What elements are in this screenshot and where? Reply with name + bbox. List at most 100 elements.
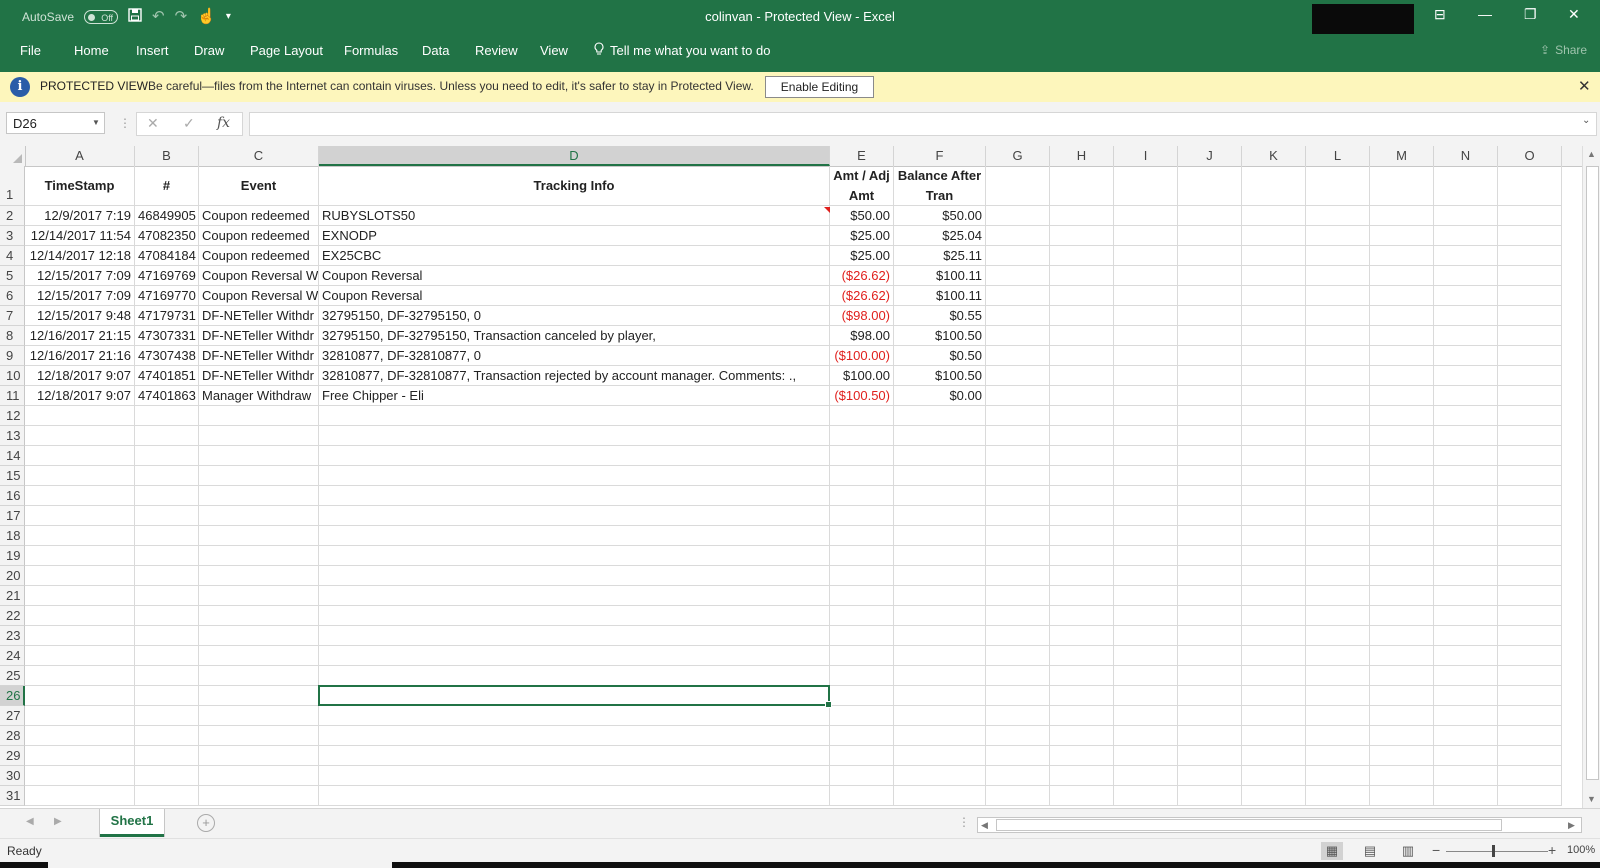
empty-cell[interactable] [199, 706, 319, 726]
maximize-button[interactable]: ❐ [1524, 6, 1537, 23]
empty-cell[interactable] [1434, 586, 1498, 606]
empty-cell[interactable] [894, 726, 986, 746]
cell-number[interactable]: 46849905 [135, 206, 199, 226]
empty-cell[interactable] [1306, 246, 1370, 266]
empty-cell[interactable] [1178, 566, 1242, 586]
empty-cell[interactable] [1434, 706, 1498, 726]
column-header[interactable]: G [986, 146, 1050, 166]
cell-timestamp[interactable]: 12/15/2017 9:48 [25, 306, 135, 326]
cell-timestamp[interactable]: 12/9/2017 7:19 [25, 206, 135, 226]
empty-cell[interactable] [894, 746, 986, 766]
cell-balance[interactable]: $100.50 [894, 326, 986, 346]
cell-balance[interactable]: $0.55 [894, 306, 986, 326]
empty-cell[interactable] [1242, 206, 1306, 226]
empty-cell[interactable] [1306, 206, 1370, 226]
empty-cell[interactable] [1178, 366, 1242, 386]
row-header[interactable]: 16 [0, 486, 25, 506]
empty-cell[interactable] [1306, 466, 1370, 486]
empty-cell[interactable] [986, 666, 1050, 686]
empty-cell[interactable] [1498, 226, 1562, 246]
empty-cell[interactable] [1050, 446, 1114, 466]
empty-cell[interactable] [199, 486, 319, 506]
cell-number[interactable]: 47169769 [135, 266, 199, 286]
cell-event[interactable]: Coupon redeemed [199, 226, 319, 246]
empty-cell[interactable] [1498, 466, 1562, 486]
empty-cell[interactable] [1242, 506, 1306, 526]
empty-cell[interactable] [1050, 566, 1114, 586]
scroll-down-icon[interactable]: ▼ [1587, 794, 1596, 804]
empty-cell[interactable] [1370, 706, 1434, 726]
column-header[interactable]: B [135, 146, 199, 166]
comment-indicator-icon[interactable] [824, 207, 830, 213]
empty-cell[interactable] [830, 526, 894, 546]
empty-cell[interactable] [1178, 746, 1242, 766]
cell-timestamp[interactable]: 12/16/2017 21:16 [25, 346, 135, 366]
empty-cell[interactable] [986, 386, 1050, 406]
empty-cell[interactable] [1498, 386, 1562, 406]
empty-cell[interactable] [1306, 506, 1370, 526]
empty-cell[interactable] [1178, 686, 1242, 706]
cell-amount[interactable]: ($100.50) [830, 386, 894, 406]
column-header[interactable]: I [1114, 146, 1178, 166]
empty-cell[interactable] [1114, 206, 1178, 226]
empty-cell[interactable] [894, 466, 986, 486]
empty-cell[interactable] [135, 546, 199, 566]
empty-cell[interactable] [1242, 466, 1306, 486]
empty-cell[interactable] [986, 486, 1050, 506]
empty-cell[interactable] [1306, 266, 1370, 286]
empty-cell[interactable] [199, 526, 319, 546]
empty-cell[interactable] [1306, 726, 1370, 746]
row-header[interactable]: 31 [0, 786, 25, 806]
empty-cell[interactable] [1434, 646, 1498, 666]
empty-cell[interactable] [986, 646, 1050, 666]
empty-cell[interactable] [1178, 726, 1242, 746]
header-cell-tracking[interactable]: Tracking Info [319, 166, 830, 206]
empty-cell[interactable] [1370, 626, 1434, 646]
empty-cell[interactable] [1114, 466, 1178, 486]
row-header[interactable]: 24 [0, 646, 25, 666]
close-message-bar-icon[interactable]: ✕ [1578, 77, 1591, 95]
empty-cell[interactable] [1370, 286, 1434, 306]
empty-cell[interactable] [1434, 286, 1498, 306]
empty-cell[interactable] [1434, 486, 1498, 506]
empty-cell[interactable] [1178, 306, 1242, 326]
empty-cell[interactable] [25, 786, 135, 806]
empty-cell[interactable] [25, 566, 135, 586]
empty-cell[interactable] [25, 706, 135, 726]
cell-event[interactable]: Manager Withdraw [199, 386, 319, 406]
empty-cell[interactable] [135, 426, 199, 446]
empty-cell[interactable] [1242, 406, 1306, 426]
empty-cell[interactable] [25, 646, 135, 666]
cell-tracking[interactable]: 32810877, DF-32810877, 0 [319, 346, 830, 366]
empty-cell[interactable] [830, 746, 894, 766]
cell-balance[interactable]: $25.04 [894, 226, 986, 246]
empty-cell[interactable] [1242, 726, 1306, 746]
empty-cell[interactable] [25, 546, 135, 566]
empty-cell[interactable] [1050, 626, 1114, 646]
empty-cell[interactable] [1050, 166, 1114, 206]
empty-cell[interactable] [1370, 226, 1434, 246]
empty-cell[interactable] [319, 466, 830, 486]
empty-cell[interactable] [1114, 686, 1178, 706]
row-header[interactable]: 17 [0, 506, 25, 526]
row-header[interactable]: 29 [0, 746, 25, 766]
add-sheet-button[interactable]: + [197, 814, 215, 832]
empty-cell[interactable] [1370, 486, 1434, 506]
empty-cell[interactable] [986, 606, 1050, 626]
header-cell-timestamp[interactable]: TimeStamp [25, 166, 135, 206]
empty-cell[interactable] [986, 686, 1050, 706]
row-header[interactable]: 28 [0, 726, 25, 746]
empty-cell[interactable] [1242, 326, 1306, 346]
cell-amount[interactable]: $100.00 [830, 366, 894, 386]
empty-cell[interactable] [135, 406, 199, 426]
empty-cell[interactable] [199, 586, 319, 606]
column-header[interactable]: H [1050, 146, 1114, 166]
cell-event[interactable]: Coupon redeemed [199, 206, 319, 226]
empty-cell[interactable] [1306, 286, 1370, 306]
row-header[interactable]: 6 [0, 286, 25, 306]
empty-cell[interactable] [1306, 686, 1370, 706]
row-header[interactable]: 26 [0, 686, 25, 706]
empty-cell[interactable] [1434, 326, 1498, 346]
cell-balance[interactable]: $50.00 [894, 206, 986, 226]
empty-cell[interactable] [1306, 646, 1370, 666]
